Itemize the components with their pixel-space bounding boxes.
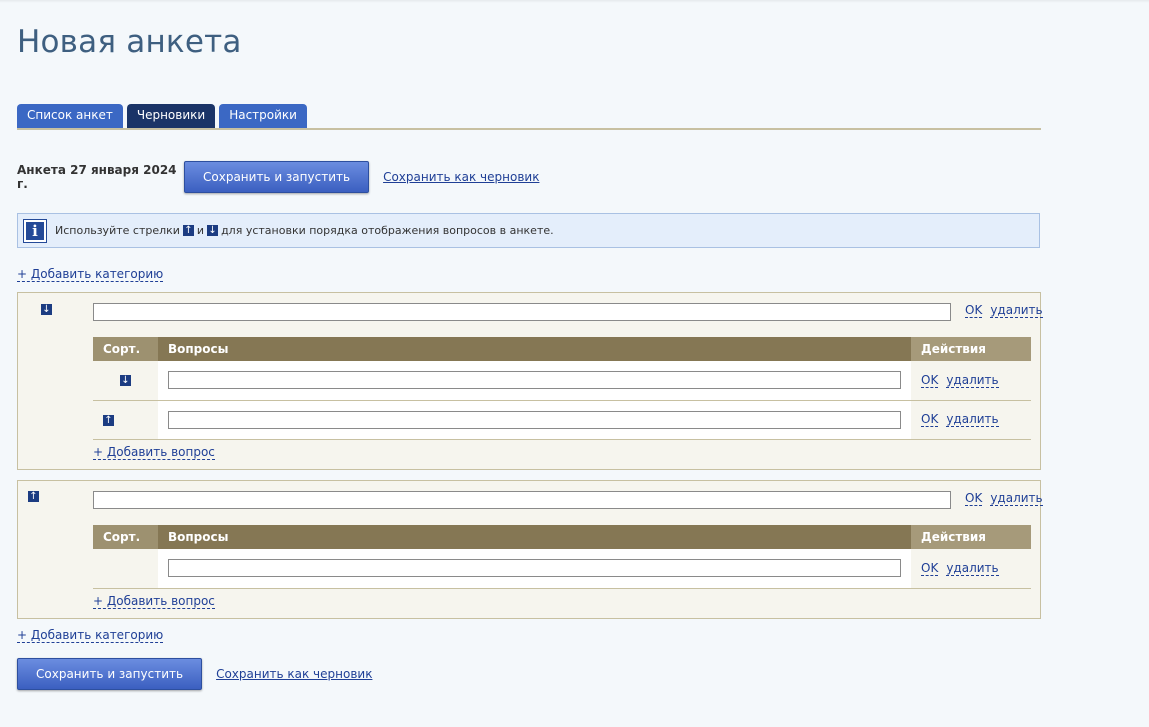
category-name-input[interactable] [93, 491, 951, 509]
move-up-icon[interactable]: ↑ [28, 491, 39, 502]
sort-cell [93, 549, 158, 589]
tab-survey-list[interactable]: Список анкет [17, 104, 123, 128]
question-cell [158, 549, 911, 589]
sort-cell: ↓ [93, 361, 158, 401]
sort-cell: ↑ [93, 400, 158, 440]
add-question-link[interactable]: + Добавить вопрос [93, 445, 215, 460]
category-name-input[interactable] [93, 303, 951, 321]
category-delete-button[interactable]: удалить [990, 491, 1043, 506]
info-text-after: для установки порядка отображения вопрос… [221, 224, 554, 237]
info-text-before: Используйте стрелки [55, 224, 180, 237]
actions-cell: OK удалить [911, 400, 1031, 440]
question-ok-button[interactable]: OK [921, 412, 939, 427]
move-down-icon[interactable]: ↓ [120, 375, 131, 387]
question-cell [158, 361, 911, 401]
questions-table: Сорт. Вопросы Действия OK удалить [93, 525, 1031, 589]
category-delete-button[interactable]: удалить [990, 303, 1043, 318]
category-actions: OK удалить [965, 303, 1043, 318]
info-banner: i Используйте стрелки ↑ и ↓ для установк… [17, 213, 1040, 248]
tab-drafts[interactable]: Черновики [126, 104, 216, 128]
category-block: ↓ OK удалить Сорт. Вопросы Действия ↓ OK… [17, 292, 1043, 470]
col-sort: Сорт. [93, 525, 158, 549]
table-row: OK удалить [93, 549, 1031, 589]
questions-table: Сорт. Вопросы Действия ↓ OK удалить ↑ OK… [93, 337, 1031, 440]
category-ok-button[interactable]: OK [965, 491, 983, 506]
add-category-link[interactable]: + Добавить категорию [17, 628, 164, 643]
top-edge [0, 0, 1149, 3]
arrow-down-icon: ↓ [207, 225, 219, 236]
question-ok-button[interactable]: OK [921, 373, 939, 388]
question-delete-button[interactable]: удалить [946, 561, 999, 576]
question-input[interactable] [168, 410, 901, 429]
tab-settings[interactable]: Настройки [219, 104, 307, 128]
col-actions: Действия [911, 337, 1031, 361]
table-row: ↓ OK удалить [93, 361, 1031, 401]
add-category-link[interactable]: + Добавить категорию [17, 267, 164, 282]
table-row: ↑ OK удалить [93, 400, 1031, 440]
info-icon: i [23, 218, 47, 243]
category-ok-button[interactable]: OK [965, 303, 983, 318]
actions-cell: OK удалить [911, 549, 1031, 589]
form-header: Анкета 27 января 2024 г. Сохранить и зап… [17, 161, 539, 193]
form-date-label: Анкета 27 января 2024 г. [17, 163, 177, 191]
col-questions: Вопросы [158, 337, 911, 361]
col-actions: Действия [911, 525, 1031, 549]
question-cell [158, 400, 911, 440]
save-and-run-button[interactable]: Сохранить и запустить [17, 658, 203, 690]
category-actions: OK удалить [965, 491, 1043, 506]
info-text-and: и [196, 224, 205, 237]
tab-divider [17, 128, 1041, 130]
add-question-link[interactable]: + Добавить вопрос [93, 594, 215, 609]
col-questions: Вопросы [158, 525, 911, 549]
question-ok-button[interactable]: OK [921, 561, 939, 576]
question-delete-button[interactable]: удалить [946, 412, 999, 427]
save-and-run-button[interactable]: Сохранить и запустить [184, 161, 370, 193]
question-delete-button[interactable]: удалить [946, 373, 999, 388]
save-as-draft-link[interactable]: Сохранить как черновик [383, 170, 539, 184]
arrow-up-icon: ↑ [182, 225, 194, 236]
col-sort: Сорт. [93, 337, 158, 361]
actions-cell: OK удалить [911, 361, 1031, 401]
question-input[interactable] [168, 559, 901, 578]
page-title: Новая анкета [17, 24, 242, 60]
question-input[interactable] [168, 371, 901, 390]
form-footer: Сохранить и запустить Сохранить как черн… [17, 658, 372, 690]
category-block: ↑ OK удалить Сорт. Вопросы Действия OK у… [17, 480, 1043, 619]
move-up-icon[interactable]: ↑ [103, 414, 114, 426]
save-as-draft-link[interactable]: Сохранить как черновик [216, 667, 372, 681]
tab-bar: Список анкет Черновики Настройки [17, 104, 307, 128]
move-down-icon[interactable]: ↓ [41, 304, 52, 315]
